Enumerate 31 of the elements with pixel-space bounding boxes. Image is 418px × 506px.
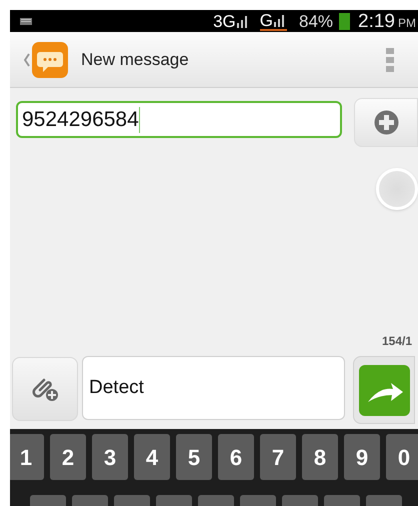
send-button[interactable]	[353, 356, 415, 424]
keyboard-key[interactable]: 5	[176, 434, 212, 480]
attach-button[interactable]	[12, 357, 78, 421]
network-type: 3G	[213, 12, 236, 30]
message-field[interactable]: Detect	[82, 356, 345, 420]
chat-bubble-icon	[32, 42, 68, 78]
keyboard-key[interactable]: 3	[92, 434, 128, 480]
signal-icon	[236, 14, 250, 28]
plus-icon	[374, 110, 400, 135]
keyboard-key[interactable]: 1	[10, 434, 44, 480]
network-type: G	[260, 12, 273, 28]
keyboard-key[interactable]: 6	[218, 434, 254, 480]
keyboard-key[interactable]: 8	[302, 434, 338, 480]
recipient-field[interactable]: 9524296584	[16, 101, 342, 138]
battery-icon	[339, 12, 350, 30]
clock-period: PM	[398, 17, 416, 29]
add-contact-button[interactable]	[354, 98, 418, 147]
clock: 2:19	[358, 12, 395, 30]
screen-title: New message	[81, 48, 189, 71]
keyboard-key[interactable]: 0	[386, 434, 418, 480]
keyboard-key[interactable]: 2	[50, 434, 86, 480]
keyboard-key[interactable]: 4	[134, 434, 170, 480]
keyboard-key[interactable]: 7	[260, 434, 296, 480]
signal-icon	[272, 13, 287, 27]
menu-icon[interactable]	[386, 48, 394, 72]
back-icon[interactable]	[24, 52, 30, 66]
floating-button[interactable]	[376, 168, 418, 210]
keyboard-key[interactable]: 9	[344, 434, 380, 480]
keyboard-icon	[20, 18, 32, 24]
battery-percent: 84%	[298, 12, 334, 30]
character-counter: 154/1	[382, 335, 412, 346]
